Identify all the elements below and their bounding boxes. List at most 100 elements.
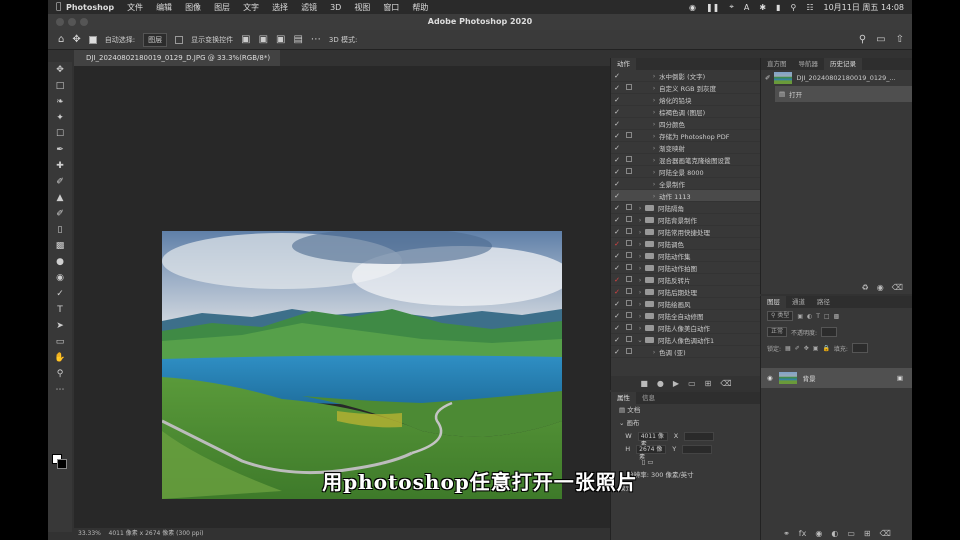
shape-tool-icon[interactable]: ▭	[48, 334, 72, 350]
share-icon[interactable]: ⇧	[896, 34, 904, 45]
toggle-check-icon[interactable]: ✓	[611, 240, 623, 248]
hand-tool-icon[interactable]: ✋	[48, 350, 72, 366]
action-item[interactable]: ✓ › 全景制作	[611, 178, 760, 190]
fx-icon[interactable]: fx	[799, 529, 807, 538]
toggle-check-icon[interactable]: ✓	[611, 192, 623, 200]
auto-select-dropdown[interactable]: 图层	[143, 32, 168, 47]
toggle-check-icon[interactable]: ✓	[611, 96, 623, 104]
toggle-check-icon[interactable]: ✓	[611, 312, 623, 320]
search-icon[interactable]: ⚲	[859, 34, 866, 45]
canvas-area[interactable]	[74, 66, 610, 528]
action-item[interactable]: ✓ › 动作 1113	[611, 190, 760, 202]
toggle-check-icon[interactable]: ✓	[611, 276, 623, 284]
chevron-right-icon[interactable]: ›	[649, 156, 659, 164]
lock-move-icon[interactable]: ✥	[804, 345, 809, 352]
history-snapshot[interactable]: ✐ DJI_20240802180019_0129_...	[761, 70, 912, 86]
eraser-tool-icon[interactable]: ▯	[48, 222, 72, 238]
close-window-button[interactable]	[56, 18, 64, 26]
filter-adjust-icon[interactable]: ◐	[807, 313, 812, 320]
align-top-icon[interactable]: ▣	[241, 34, 250, 45]
bluetooth-icon[interactable]: ✱	[759, 3, 766, 12]
eyedropper-tool-icon[interactable]: ✒	[48, 142, 72, 158]
move-tool-icon[interactable]: ✥	[72, 34, 80, 45]
gradient-tool-icon[interactable]: ▩	[48, 238, 72, 254]
wifi-icon[interactable]: ⌖	[729, 2, 734, 12]
more-options-icon[interactable]: ⋯	[311, 34, 321, 45]
workspace-icon[interactable]: ▭	[876, 34, 885, 45]
record-icon[interactable]: ●	[657, 379, 664, 388]
x-field[interactable]	[684, 431, 715, 441]
blur-tool-icon[interactable]: ●	[48, 254, 72, 270]
chevron-right-icon[interactable]: ›	[649, 96, 659, 104]
width-field[interactable]: 4011 像素	[637, 431, 668, 448]
y-field[interactable]	[682, 444, 713, 454]
menu-edit[interactable]: 编辑	[156, 2, 172, 13]
toggle-check-icon[interactable]: ✓	[611, 180, 623, 188]
toggle-check-icon[interactable]: ✓	[611, 216, 623, 224]
chevron-right-icon[interactable]: ›	[649, 132, 659, 140]
dialog-toggle-icon[interactable]	[623, 263, 635, 272]
toggle-check-icon[interactable]: ✓	[611, 336, 623, 344]
menu-help[interactable]: 帮助	[412, 2, 428, 13]
toggle-check-icon[interactable]: ✓	[611, 168, 623, 176]
dialog-toggle-icon[interactable]	[623, 287, 635, 296]
filter-pixel-icon[interactable]: ▣	[797, 313, 803, 320]
menu-select[interactable]: 选择	[272, 2, 288, 13]
action-item[interactable]: ✓ › 色调 (亚)	[611, 346, 760, 358]
action-item[interactable]: ✓ › 阿陆绘画风	[611, 298, 760, 310]
chevron-right-icon[interactable]: ›	[635, 300, 645, 308]
menu-image[interactable]: 图像	[185, 2, 201, 13]
action-item[interactable]: ✓ › 阿陆反转片	[611, 274, 760, 286]
menu-file[interactable]: 文件	[127, 2, 143, 13]
action-item[interactable]: ✓ › 阿陆动作拍图	[611, 262, 760, 274]
menu-filter[interactable]: 滤镜	[301, 2, 317, 13]
fill-field[interactable]	[851, 343, 868, 353]
filter-shape-icon[interactable]: □	[824, 313, 830, 320]
more-tools-icon[interactable]: ⋯	[48, 382, 72, 398]
action-item[interactable]: ✓ › 熔化的铅块	[611, 94, 760, 106]
action-item[interactable]: ✓ › 阿陆全自动修图	[611, 310, 760, 322]
type-tool-icon[interactable]: T	[48, 302, 72, 318]
action-item[interactable]: ✓ › 阿陆隔角	[611, 202, 760, 214]
quick-select-tool-icon[interactable]: ✦	[48, 110, 72, 126]
dialog-toggle-icon[interactable]	[623, 215, 635, 224]
tab-layers[interactable]: 图层	[761, 296, 786, 308]
lock-all-icon[interactable]: 🔒	[822, 345, 829, 352]
pen-tool-icon[interactable]: ✓	[48, 286, 72, 302]
brush-tool-icon[interactable]: ✐	[48, 174, 72, 190]
dialog-toggle-icon[interactable]	[623, 155, 635, 164]
chevron-right-icon[interactable]: ›	[635, 216, 645, 224]
toggle-check-icon[interactable]: ✓	[611, 156, 623, 164]
history-brush-tool-icon[interactable]: ✐	[48, 206, 72, 222]
chevron-right-icon[interactable]: ›	[649, 144, 659, 152]
dialog-toggle-icon[interactable]	[623, 299, 635, 308]
new-layer-icon[interactable]: ⊞	[864, 529, 871, 538]
chevron-right-icon[interactable]: ›	[635, 324, 645, 332]
record-icon[interactable]: ◉	[689, 3, 696, 12]
action-item[interactable]: ✓ › 棕褐色调 (图层)	[611, 106, 760, 118]
menu-3d[interactable]: 3D	[330, 3, 341, 12]
toggle-check-icon[interactable]: ✓	[611, 324, 623, 332]
action-item[interactable]: ✓ › 阿陆调色	[611, 238, 760, 250]
action-item[interactable]: ✓ ⌄ 阿陆人像色调动作1	[611, 334, 760, 346]
action-item[interactable]: ✓ › 阿陆人像美白动作	[611, 322, 760, 334]
healing-brush-tool-icon[interactable]: ✚	[48, 158, 72, 174]
document-tab[interactable]: DJI_20240802180019_0129_D.JPG @ 33.3%(RG…	[74, 50, 280, 66]
toggle-check-icon[interactable]: ✓	[611, 144, 623, 152]
action-item[interactable]: ✓ › 阿陆动作集	[611, 250, 760, 262]
toggle-check-icon[interactable]: ✓	[611, 120, 623, 128]
toggle-check-icon[interactable]: ✓	[611, 132, 623, 140]
chevron-right-icon[interactable]: ›	[649, 108, 659, 116]
menu-layer[interactable]: 图层	[214, 2, 230, 13]
dialog-toggle-icon[interactable]	[623, 275, 635, 284]
height-field[interactable]: 2674 像素	[636, 444, 667, 461]
dialog-toggle-icon[interactable]	[623, 203, 635, 212]
menu-app-name[interactable]: Photoshop	[66, 3, 114, 12]
home-icon[interactable]: ⌂	[58, 34, 64, 45]
toggle-check-icon[interactable]: ✓	[611, 84, 623, 92]
filter-smart-icon[interactable]: ▩	[834, 313, 840, 320]
action-item[interactable]: ✓ › 自定义 RGB 到灰度	[611, 82, 760, 94]
layer-kind-dropdown[interactable]: ⚲ 类型	[767, 311, 794, 321]
zoom-window-button[interactable]	[80, 18, 88, 26]
battery-icon[interactable]: ▮	[776, 3, 780, 12]
